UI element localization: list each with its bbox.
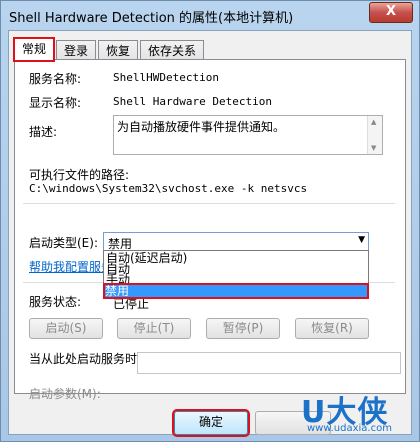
display-name-label: 显示名称: (29, 96, 82, 110)
start-button[interactable]: 启动(S) (29, 318, 103, 339)
stop-button[interactable]: 停止(T) (117, 318, 191, 339)
start-params-label: 启动参数(M): (29, 387, 101, 401)
close-button[interactable]: X (369, 2, 413, 23)
window-title: Shell Hardware Detection 的属性(本地计算机) (9, 11, 294, 26)
tab-general[interactable]: 常规 (12, 37, 56, 62)
description-label: 描述: (29, 125, 58, 139)
description-scrollbar[interactable]: ▲ ▼ (367, 116, 382, 154)
startup-type-label: 启动类型(E): (29, 236, 98, 250)
description-text: 为自动播放硬件事件提供通知。 (117, 120, 286, 134)
dialog-client-area: 常规 登录 恢复 依存关系 服务名称: ShellHWDetection 显示名… (8, 30, 412, 437)
watermark-url: www.udaxia.com (307, 423, 392, 434)
exe-path-value: C:\windows\System32\svchost.exe -k netsv… (29, 182, 308, 195)
watermark-logo: U大侠 www.udaxia.com (301, 387, 413, 437)
chevron-down-icon[interactable]: ▼ (358, 235, 365, 245)
description-textbox[interactable]: 为自动播放硬件事件提供通知。 ▲ ▼ (113, 115, 383, 155)
option-disabled[interactable]: 禁用 (103, 283, 369, 299)
startup-type-dropdown: 自动(延迟启动) 自动 手动 禁用 (103, 250, 369, 299)
separator (23, 203, 395, 204)
title-bar[interactable]: Shell Hardware Detection 的属性(本地计算机) X (1, 1, 419, 29)
tab-logon[interactable]: 登录 (56, 40, 97, 60)
startup-type-select[interactable]: 禁用 ▼ (103, 232, 369, 251)
general-tab-panel: 服务名称: ShellHWDetection 显示名称: Shell Hardw… (14, 59, 406, 401)
exe-path-label: 可执行文件的路径: (29, 168, 130, 182)
scroll-up-icon[interactable]: ▲ (371, 118, 376, 126)
properties-window: Shell Hardware Detection 的属性(本地计算机) X 常规… (0, 0, 420, 442)
tab-dependencies[interactable]: 依存关系 (140, 40, 205, 60)
service-name-value: ShellHWDetection (113, 71, 219, 84)
tab-strip: 常规 登录 恢复 依存关系 (12, 37, 206, 62)
start-params-input[interactable] (137, 352, 401, 374)
scroll-down-icon[interactable]: ▼ (371, 144, 376, 152)
display-name-value: Shell Hardware Detection (113, 95, 272, 108)
service-name-label: 服务名称: (29, 72, 82, 86)
ok-button[interactable]: 确定 (172, 409, 250, 437)
tab-recovery[interactable]: 恢复 (98, 40, 139, 60)
pause-button[interactable]: 暂停(P) (206, 318, 280, 339)
resume-button[interactable]: 恢复(R) (295, 318, 369, 339)
service-status-label: 服务状态: (29, 295, 82, 309)
